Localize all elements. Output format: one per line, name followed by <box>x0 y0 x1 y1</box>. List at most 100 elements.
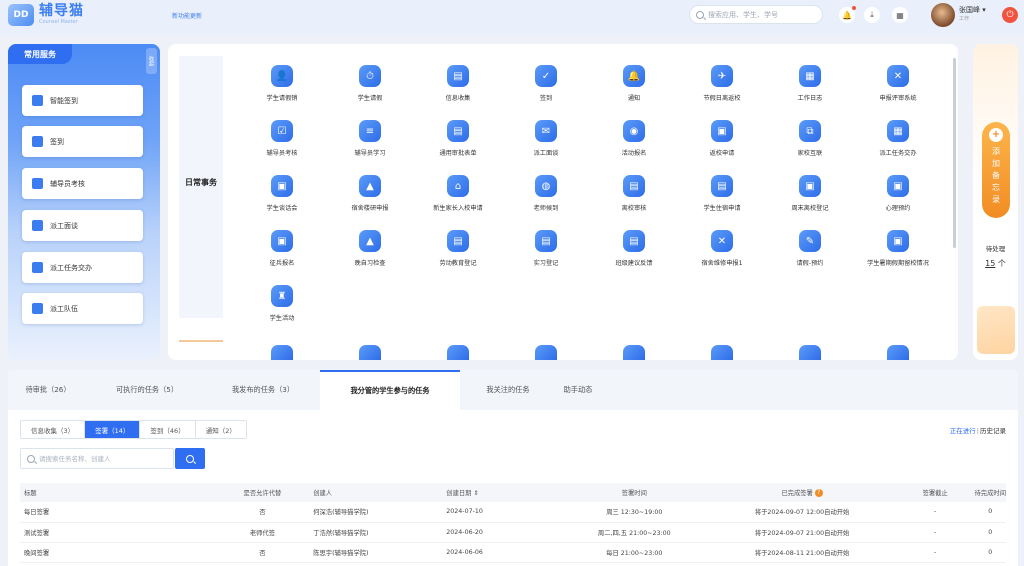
service-item[interactable]: ▤ 离校审核 <box>592 175 676 225</box>
service-item[interactable]: ▣ 返校申请 <box>680 120 764 170</box>
service-item[interactable]: ≡ 辅导员学习 <box>328 120 412 170</box>
service-item[interactable]: ▤ 班级建议反馈 <box>592 230 676 280</box>
service-icon-partial[interactable] <box>447 345 469 360</box>
service-icon-partial[interactable] <box>535 345 557 360</box>
task-search-input[interactable] <box>39 454 164 463</box>
quick-services-title: 常用服务 <box>8 44 72 64</box>
service-item[interactable]: ✕ 宿舍维修申报1 <box>680 230 764 280</box>
service-item[interactable]: ✈ 节假日离返校 <box>680 65 764 115</box>
table-cell: 陈思宇(辅导猫学院) <box>309 542 443 563</box>
service-item[interactable]: ▤ 劳动教育登记 <box>416 230 500 280</box>
task-tab[interactable]: 我分管的学生参与的任务 <box>320 370 460 410</box>
service-icon-partial[interactable] <box>623 345 645 360</box>
service-label: 请假-预约 <box>796 260 824 267</box>
notification-dot <box>852 6 856 10</box>
service-item[interactable]: ▣ 学生暑期假期留校情况 <box>856 230 940 280</box>
todo-count[interactable]: 15 个 <box>973 258 1018 269</box>
service-item[interactable]: ◍ 老师候到 <box>504 175 588 225</box>
service-icon-partial[interactable] <box>711 345 733 360</box>
logout-button[interactable]: ⏻ <box>1002 7 1018 23</box>
service-item[interactable]: ▣ 心理预约 <box>856 175 940 225</box>
download-button[interactable]: ⤓ <box>864 7 880 23</box>
service-item[interactable]: ▣ 周末离校登记 <box>768 175 852 225</box>
quick-item[interactable]: 派工面谈 <box>22 210 143 241</box>
service-item[interactable]: ▤ 实习登记 <box>504 230 588 280</box>
collapse-button[interactable]: 收起 <box>146 48 157 74</box>
services-scrollbar[interactable] <box>953 58 956 248</box>
service-item[interactable]: ▲ 晚自习检查 <box>328 230 412 280</box>
service-item[interactable]: ◉ 活动报名 <box>592 120 676 170</box>
dorm-icon: ▲ <box>359 175 381 197</box>
global-search-input[interactable] <box>708 10 818 19</box>
quick-item-label: 辅导员考核 <box>50 179 85 188</box>
quick-item[interactable]: 派工任务交办 <box>22 252 143 283</box>
table-cell: 0 <box>974 522 1006 543</box>
service-item[interactable]: ▤ 通用审批表单 <box>416 120 500 170</box>
task-tab[interactable]: 可执行的任务（5） <box>92 370 202 410</box>
table-cell: 晚间签署 <box>20 542 216 563</box>
service-item[interactable]: ▦ 派工任务交办 <box>856 120 940 170</box>
quick-item[interactable]: 智能签到 <box>22 85 143 116</box>
service-item[interactable]: ▤ 信息收集 <box>416 65 500 115</box>
quick-item-label: 智能签到 <box>50 96 78 105</box>
task-type-tab[interactable]: 通知（2） <box>196 421 246 438</box>
task-tab[interactable]: 待审批（26） <box>8 370 88 410</box>
service-item[interactable]: ▲ 宿舍楼研申报 <box>328 175 412 225</box>
table-row[interactable]: 晚间签署否陈思宇(辅导猫学院) 2024-06-06 每日 21:00~23:00 将… <box>20 542 1006 563</box>
quick-item[interactable]: 派工队伍 <box>22 293 143 324</box>
table-cell: 周三 12:30~19:00 <box>560 502 709 523</box>
task-search[interactable] <box>20 448 174 469</box>
service-label: 老师候到 <box>533 205 559 212</box>
teacher-icon: ◍ <box>535 175 557 197</box>
task-tab[interactable]: 我关注的任务 <box>464 370 552 410</box>
task-search-button[interactable] <box>175 448 205 469</box>
task-type-tab[interactable]: 签署（14） <box>85 421 141 438</box>
service-item[interactable]: 👤 学生请假销 <box>240 65 324 115</box>
task-type-tab[interactable]: 信息收集（3） <box>21 421 86 438</box>
service-label: 辅导员考核 <box>266 150 298 157</box>
task-tab[interactable]: 助手动态 <box>542 370 614 410</box>
apps-button[interactable]: ▦ <box>892 7 908 23</box>
help-icon[interactable]: ? <box>814 489 823 497</box>
table-row[interactable]: 每日签署否何深浩(辅导猫学院) 2024-07-10 周三 12:30~19:00 将… <box>20 502 1006 523</box>
plus-icon: + <box>989 128 1003 142</box>
service-icon-partial[interactable] <box>799 345 821 360</box>
service-icon-partial[interactable] <box>887 345 909 360</box>
service-item[interactable]: ▣ 学生谈话会 <box>240 175 324 225</box>
service-item[interactable]: 🔔 通知 <box>592 65 676 115</box>
running-link[interactable]: 正在进行 <box>950 427 976 435</box>
service-item[interactable]: ▤ 学生住宿申请 <box>680 175 764 225</box>
service-item[interactable]: ♜ 学生活动 <box>240 285 324 335</box>
labor-icon: ▤ <box>447 230 469 252</box>
user-name[interactable]: 张国峰 ▾ <box>959 5 986 15</box>
history-link[interactable]: 历史记录 <box>980 427 1006 435</box>
category-label[interactable]: 日常事务 <box>179 176 223 189</box>
task-type-tab[interactable]: 签到（46） <box>140 421 196 438</box>
service-item[interactable]: ☑ 辅导员考核 <box>240 120 324 170</box>
version-update-link[interactable]: 新功能更新 <box>172 11 202 20</box>
service-item[interactable]: ⏱ 学生请假 <box>328 65 412 115</box>
table-cell: 何深浩(辅导猫学院) <box>309 502 443 523</box>
service-item[interactable]: ✓ 签到 <box>504 65 588 115</box>
service-label: 派工面谈 <box>533 150 559 157</box>
service-icon-partial[interactable] <box>271 345 293 360</box>
service-item[interactable]: ⌂ 新生家长入校申请 <box>416 175 500 225</box>
notification-button[interactable]: 🔔 <box>839 6 856 23</box>
quick-item[interactable]: 辅导员考核 <box>22 168 143 199</box>
service-item[interactable]: ✉ 派工面谈 <box>504 120 588 170</box>
service-item[interactable]: ▣ 征兵报名 <box>240 230 324 280</box>
quick-item[interactable]: 签到 <box>22 126 143 157</box>
task-tab[interactable]: 我发布的任务（3） <box>208 370 318 410</box>
user-avatar[interactable] <box>931 3 955 27</box>
app-logo[interactable]: DD 辅导猫 Counsel Master <box>8 4 84 26</box>
global-search[interactable] <box>689 5 823 24</box>
service-item[interactable]: ▦ 工作日志 <box>768 65 852 115</box>
task-type-tabs: 信息收集（3） 签署（14） 签到（46） 通知（2） <box>20 420 247 439</box>
table-row[interactable]: 测试签署 老师代签 丁浩然(辅导猫学院) 2024-06-20 周二,四,五 21:00… <box>20 522 1006 543</box>
service-item[interactable]: ✎ 请假-预约 <box>768 230 852 280</box>
column-header[interactable]: 创建日期 ⇕ <box>442 483 561 502</box>
service-item[interactable]: ✕ 申报评审系统 <box>856 65 940 115</box>
service-item[interactable]: ⧉ 家校互联 <box>768 120 852 170</box>
add-memo-button[interactable]: + 添加备忘录 <box>982 122 1010 218</box>
service-icon-partial[interactable] <box>359 345 381 360</box>
